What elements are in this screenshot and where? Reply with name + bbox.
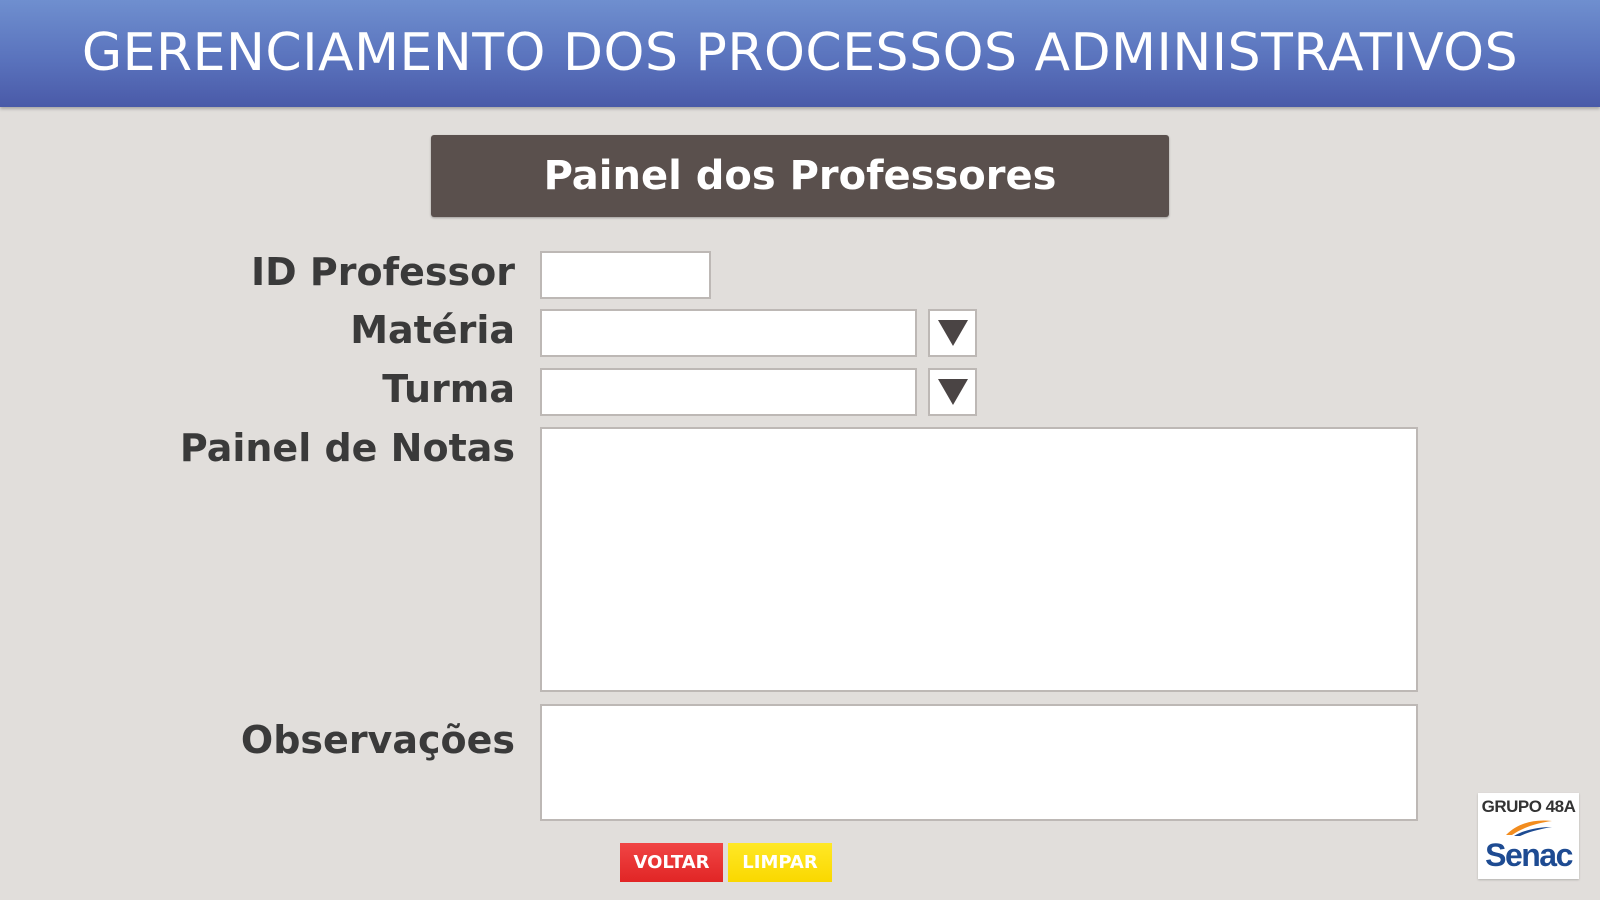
- page-title: GERENCIAMENTO DOS PROCESSOS ADMINISTRATI…: [81, 23, 1519, 83]
- panel-banner: Painel dos Professores: [431, 135, 1169, 217]
- header-bar: GERENCIAMENTO DOS PROCESSOS ADMINISTRATI…: [0, 0, 1600, 107]
- observacoes-textarea[interactable]: [540, 704, 1418, 821]
- voltar-button[interactable]: VOLTAR: [620, 843, 723, 882]
- limpar-button[interactable]: LIMPAR: [728, 843, 832, 882]
- logo-brand-text: Senac: [1485, 837, 1573, 873]
- id-professor-input[interactable]: [540, 251, 711, 299]
- chevron-down-icon: [937, 320, 968, 346]
- senac-logo: GRUPO 48A Senac: [1478, 793, 1579, 879]
- turma-label: Turma: [382, 367, 515, 411]
- logo-group-text: GRUPO 48A: [1481, 797, 1576, 816]
- materia-input[interactable]: [540, 309, 917, 357]
- materia-dropdown-button[interactable]: [928, 309, 977, 357]
- materia-label: Matéria: [350, 308, 515, 352]
- turma-dropdown-button[interactable]: [928, 368, 977, 416]
- id-professor-label: ID Professor: [251, 250, 515, 294]
- turma-input[interactable]: [540, 368, 917, 416]
- panel-title: Painel dos Professores: [543, 153, 1057, 199]
- observacoes-label: Observações: [240, 718, 515, 762]
- chevron-down-icon: [937, 379, 968, 405]
- painel-notas-textarea[interactable]: [540, 427, 1418, 692]
- swoosh-icon: [1506, 820, 1552, 836]
- painel-notas-label: Painel de Notas: [179, 426, 515, 470]
